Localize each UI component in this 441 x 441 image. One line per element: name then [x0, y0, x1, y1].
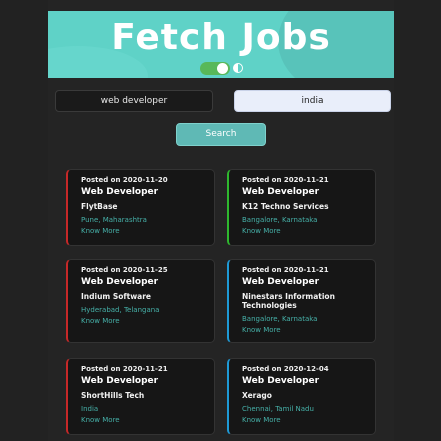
- posted-date: Posted on 2020-11-21: [81, 365, 168, 373]
- job-location: Chennai, Tamil Nadu: [242, 405, 314, 413]
- job-title: Web Developer: [81, 187, 159, 197]
- posted-date: Posted on 2020-11-21: [242, 266, 329, 274]
- job-location: India: [81, 405, 99, 413]
- contrast-icon: [233, 63, 243, 73]
- job-card: Posted on 2020-12-04 Web Developer Xerag…: [227, 358, 376, 435]
- location-input[interactable]: india: [234, 90, 391, 112]
- page-title: Fetch Jobs: [111, 17, 331, 58]
- toggle-knob: [217, 63, 228, 74]
- job-title: Web Developer: [242, 376, 320, 386]
- posted-date: Posted on 2020-11-25: [81, 266, 168, 274]
- job-title: Web Developer: [242, 187, 320, 197]
- company-name: Indium Software: [81, 292, 152, 301]
- company-name: ShortHills Tech: [81, 391, 145, 400]
- know-more-link[interactable]: Know More: [242, 416, 375, 424]
- know-more-link[interactable]: Know More: [242, 326, 375, 334]
- job-card: Posted on 2020-11-21 Web Developer Short…: [66, 358, 215, 435]
- job-location: Pune, Maharashtra: [81, 216, 147, 224]
- job-card: Posted on 2020-11-21 Web Developer K12 T…: [227, 169, 376, 246]
- posted-date: Posted on 2020-11-21: [242, 176, 329, 184]
- job-role-input[interactable]: web developer: [55, 90, 213, 112]
- search-button[interactable]: Search: [176, 123, 266, 146]
- job-location: Bangalore, Karnataka: [242, 315, 318, 323]
- job-title: Web Developer: [81, 376, 159, 386]
- theme-toggle[interactable]: [200, 62, 230, 75]
- know-more-link[interactable]: Know More: [81, 416, 214, 424]
- job-title: Web Developer: [242, 277, 320, 287]
- job-card: Posted on 2020-11-25 Web Developer Indiu…: [66, 259, 215, 343]
- app-container: Fetch Jobs web developer india Search Po…: [48, 0, 394, 441]
- posted-date: Posted on 2020-12-04: [242, 365, 329, 373]
- company-name: FlytBase: [81, 202, 118, 211]
- job-location: Bangalore, Karnataka: [242, 216, 318, 224]
- know-more-link[interactable]: Know More: [81, 317, 214, 325]
- job-card: Posted on 2020-11-21 Web Developer Nines…: [227, 259, 376, 343]
- job-location: Hyderabad, Telangana: [81, 306, 160, 314]
- company-name: Xerago: [242, 391, 272, 400]
- job-card: Posted on 2020-11-20 Web Developer FlytB…: [66, 169, 215, 246]
- know-more-link[interactable]: Know More: [242, 227, 375, 235]
- header-banner: Fetch Jobs: [48, 11, 394, 78]
- know-more-link[interactable]: Know More: [81, 227, 214, 235]
- company-name: K12 Techno Services: [242, 202, 329, 211]
- company-name: Ninestars Information Technologies: [242, 292, 335, 310]
- posted-date: Posted on 2020-11-20: [81, 176, 168, 184]
- job-title: Web Developer: [81, 277, 159, 287]
